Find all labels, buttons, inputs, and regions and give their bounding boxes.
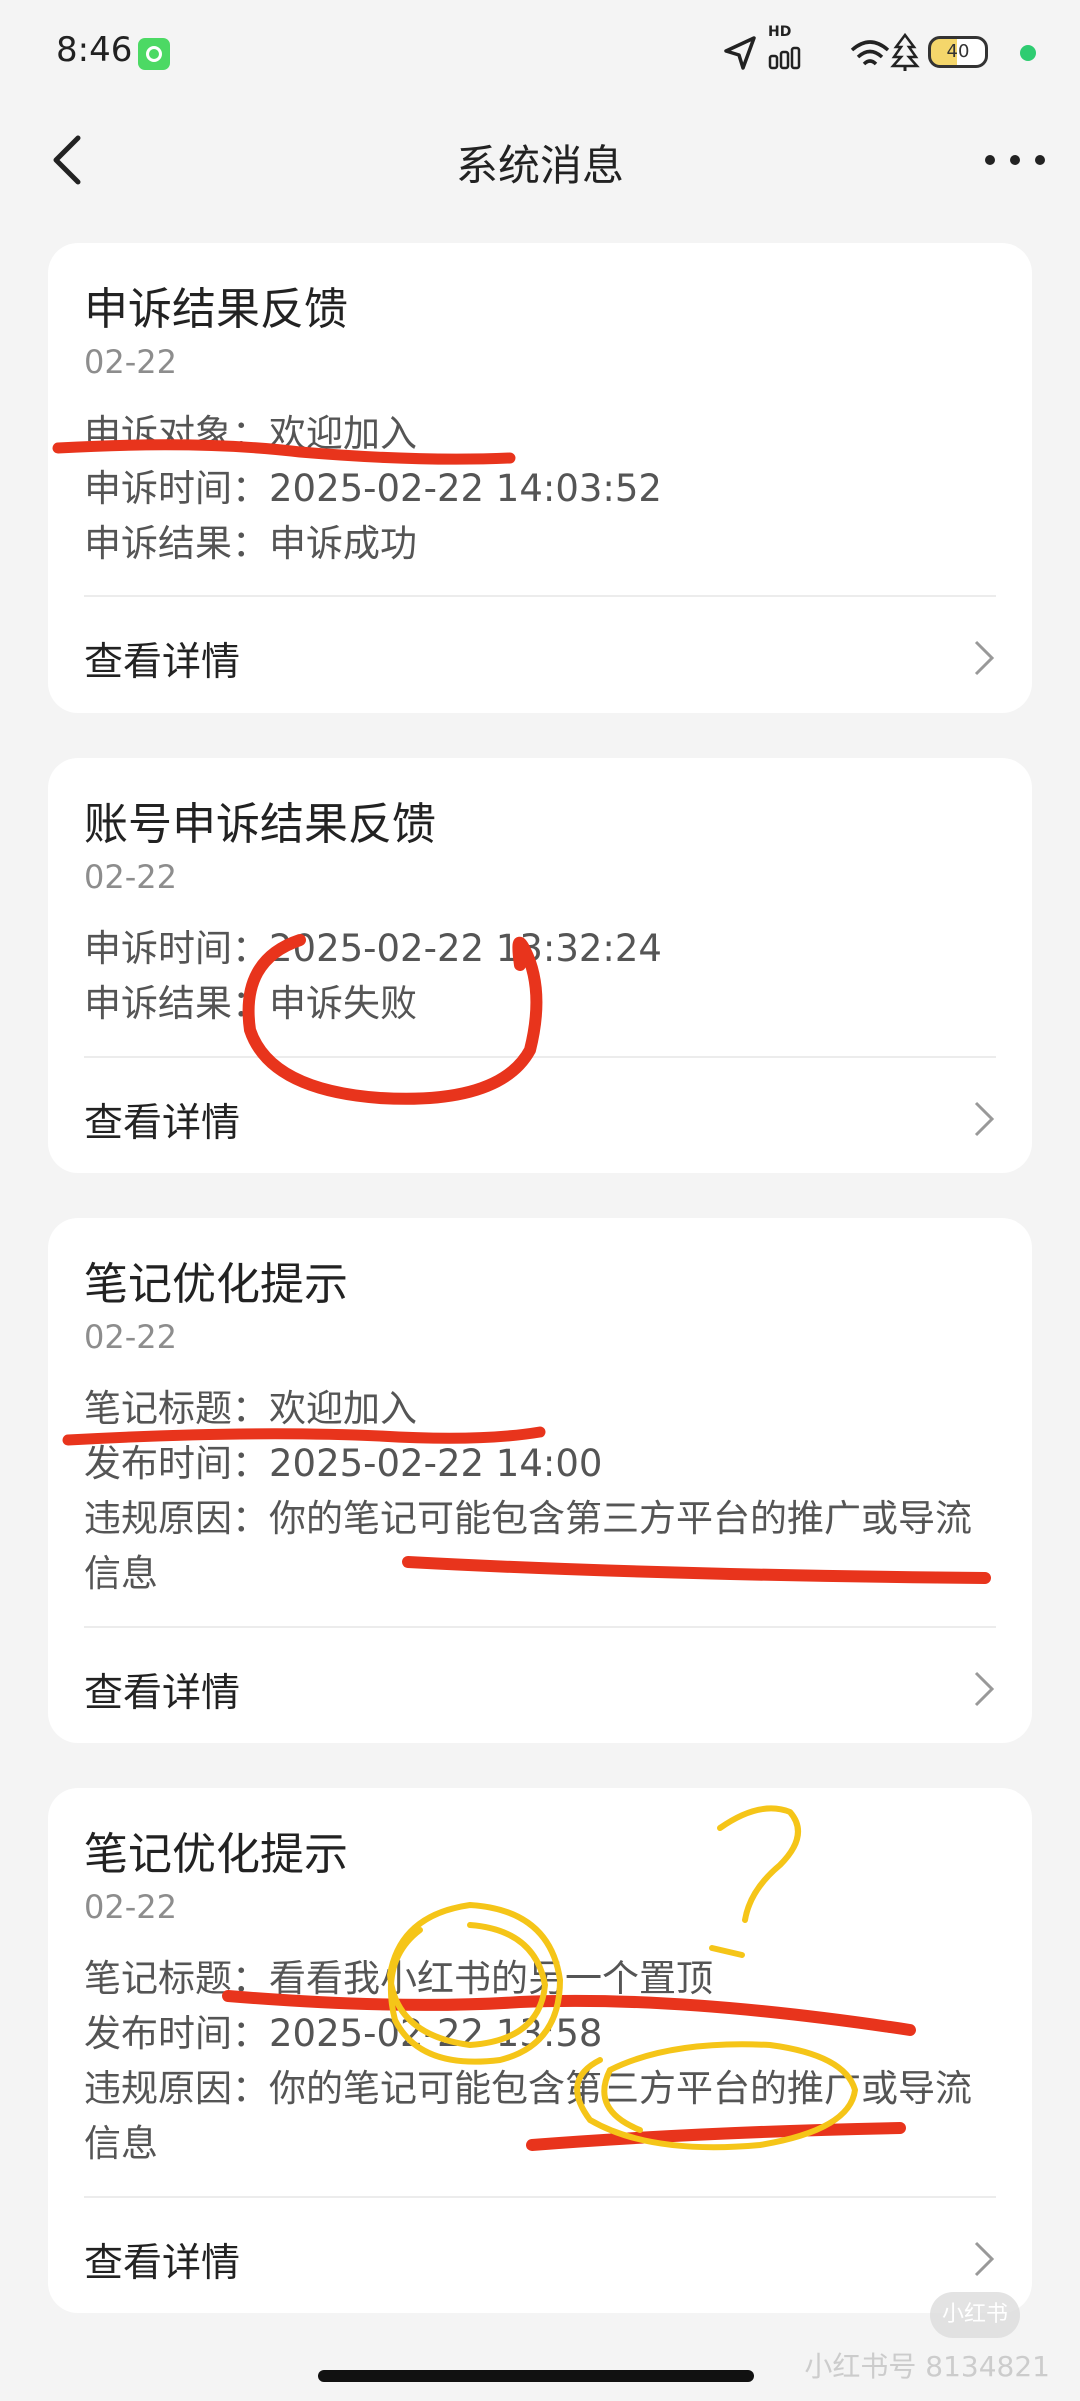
field-label: 申诉对象： <box>84 412 269 455</box>
chevron-right-icon <box>974 640 995 676</box>
note-title-field: 笔记标题：看看我小红书的另一个置顶 <box>84 1951 1004 2006</box>
home-indicator[interactable] <box>318 2370 754 2382</box>
card-date: 02-22 <box>84 1888 177 1926</box>
app-notification-icon <box>138 38 170 70</box>
field-value: 2025-02-22 13:32:24 <box>269 927 662 970</box>
chevron-right-icon <box>974 2241 995 2277</box>
cellular-signal-icon <box>768 46 801 70</box>
message-card: 笔记优化提示 02-22 笔记标题：看看我小红书的另一个置顶 发布时间：2025… <box>48 1788 1032 2313</box>
message-card: 申诉结果反馈 02-22 申诉对象：欢迎加入 申诉时间：2025-02-22 1… <box>48 243 1032 713</box>
watermark-logo: 小红书 <box>930 2292 1020 2338</box>
appeal-result-field: 申诉结果：申诉失败 <box>84 976 1004 1031</box>
appeal-time-field: 申诉时间：2025-02-22 13:32:24 <box>84 921 1004 976</box>
view-details-label: 查看详情 <box>84 1101 241 1146</box>
divider <box>84 595 996 597</box>
tree-icon <box>890 32 920 71</box>
field-value: 看看我小红书的另一个置顶 <box>269 1957 713 2000</box>
appeal-target-field: 申诉对象：欢迎加入 <box>84 406 1004 461</box>
card-date: 02-22 <box>84 343 177 381</box>
battery-icon: 40 <box>928 36 988 68</box>
card-date: 02-22 <box>84 1318 177 1356</box>
wifi-icon <box>850 40 890 66</box>
field-label: 违规原因： <box>84 2067 269 2110</box>
chevron-right-icon <box>974 1671 995 1707</box>
violation-reason-field: 违规原因：你的笔记可能包含第三方平台的推广或导流信息 <box>84 1491 1004 1601</box>
view-details-button[interactable]: 查看详情 <box>48 2202 1032 2312</box>
field-label: 笔记标题： <box>84 1387 269 1430</box>
divider <box>84 1056 996 1058</box>
view-details-label: 查看详情 <box>84 1671 241 1716</box>
appeal-result-field: 申诉结果：申诉成功 <box>84 516 1004 571</box>
publish-time-field: 发布时间：2025-02-22 14:00 <box>84 1436 1004 1491</box>
field-label: 申诉时间： <box>84 927 269 970</box>
chevron-right-icon <box>974 1101 995 1137</box>
field-value: 2025-02-22 14:00 <box>269 1442 603 1485</box>
nav-bar: 系统消息 <box>0 110 1080 210</box>
field-label: 违规原因： <box>84 1497 269 1540</box>
field-label: 发布时间： <box>84 2012 269 2055</box>
appeal-time-field: 申诉时间：2025-02-22 14:03:52 <box>84 461 1004 516</box>
message-card: 笔记优化提示 02-22 笔记标题：欢迎加入 发布时间：2025-02-22 1… <box>48 1218 1032 1743</box>
battery-level: 40 <box>946 41 970 62</box>
page-title: 系统消息 <box>455 141 624 190</box>
field-value: 申诉成功 <box>269 522 417 565</box>
status-icons: HD 40 <box>720 24 1080 78</box>
field-label: 申诉结果： <box>84 982 269 1025</box>
field-value: 欢迎加入 <box>269 412 417 455</box>
watermark-text: 小红书号 8134821 <box>804 2350 1050 2383</box>
card-title: 笔记优化提示 <box>84 1829 348 1880</box>
location-arrow-icon <box>724 36 756 70</box>
card-title: 申诉结果反馈 <box>84 284 348 335</box>
hd-label: HD <box>768 24 792 40</box>
note-title-field: 笔记标题：欢迎加入 <box>84 1381 1004 1436</box>
violation-reason-field: 违规原因：你的笔记可能包含第三方平台的推广或导流信息 <box>84 2061 1004 2171</box>
publish-time-field: 发布时间：2025-02-22 13:58 <box>84 2006 1004 2061</box>
divider <box>84 2196 996 2198</box>
field-value: 欢迎加入 <box>269 1387 417 1430</box>
card-title: 笔记优化提示 <box>84 1259 348 1310</box>
field-label: 申诉时间： <box>84 467 269 510</box>
field-label: 申诉结果： <box>84 522 269 565</box>
privacy-indicator-dot <box>1020 45 1036 61</box>
divider <box>84 1626 996 1628</box>
card-date: 02-22 <box>84 858 177 896</box>
field-label: 发布时间： <box>84 1442 269 1485</box>
view-details-label: 查看详情 <box>84 640 241 685</box>
message-card: 账号申诉结果反馈 02-22 申诉时间：2025-02-22 13:32:24 … <box>48 758 1032 1173</box>
view-details-button[interactable]: 查看详情 <box>48 1632 1032 1742</box>
status-bar: 8:46 HD 40 <box>0 0 1080 100</box>
view-details-label: 查看详情 <box>84 2241 241 2286</box>
status-time: 8:46 <box>56 30 133 70</box>
view-details-button[interactable]: 查看详情 <box>48 601 1032 711</box>
field-value: 申诉失败 <box>269 982 417 1025</box>
more-options-icon[interactable] <box>980 130 1050 190</box>
field-value: 2025-02-22 13:58 <box>269 2012 603 2055</box>
field-label: 笔记标题： <box>84 1957 269 2000</box>
view-details-button[interactable]: 查看详情 <box>48 1062 1032 1172</box>
card-title: 账号申诉结果反馈 <box>84 799 436 850</box>
field-value: 2025-02-22 14:03:52 <box>269 467 662 510</box>
